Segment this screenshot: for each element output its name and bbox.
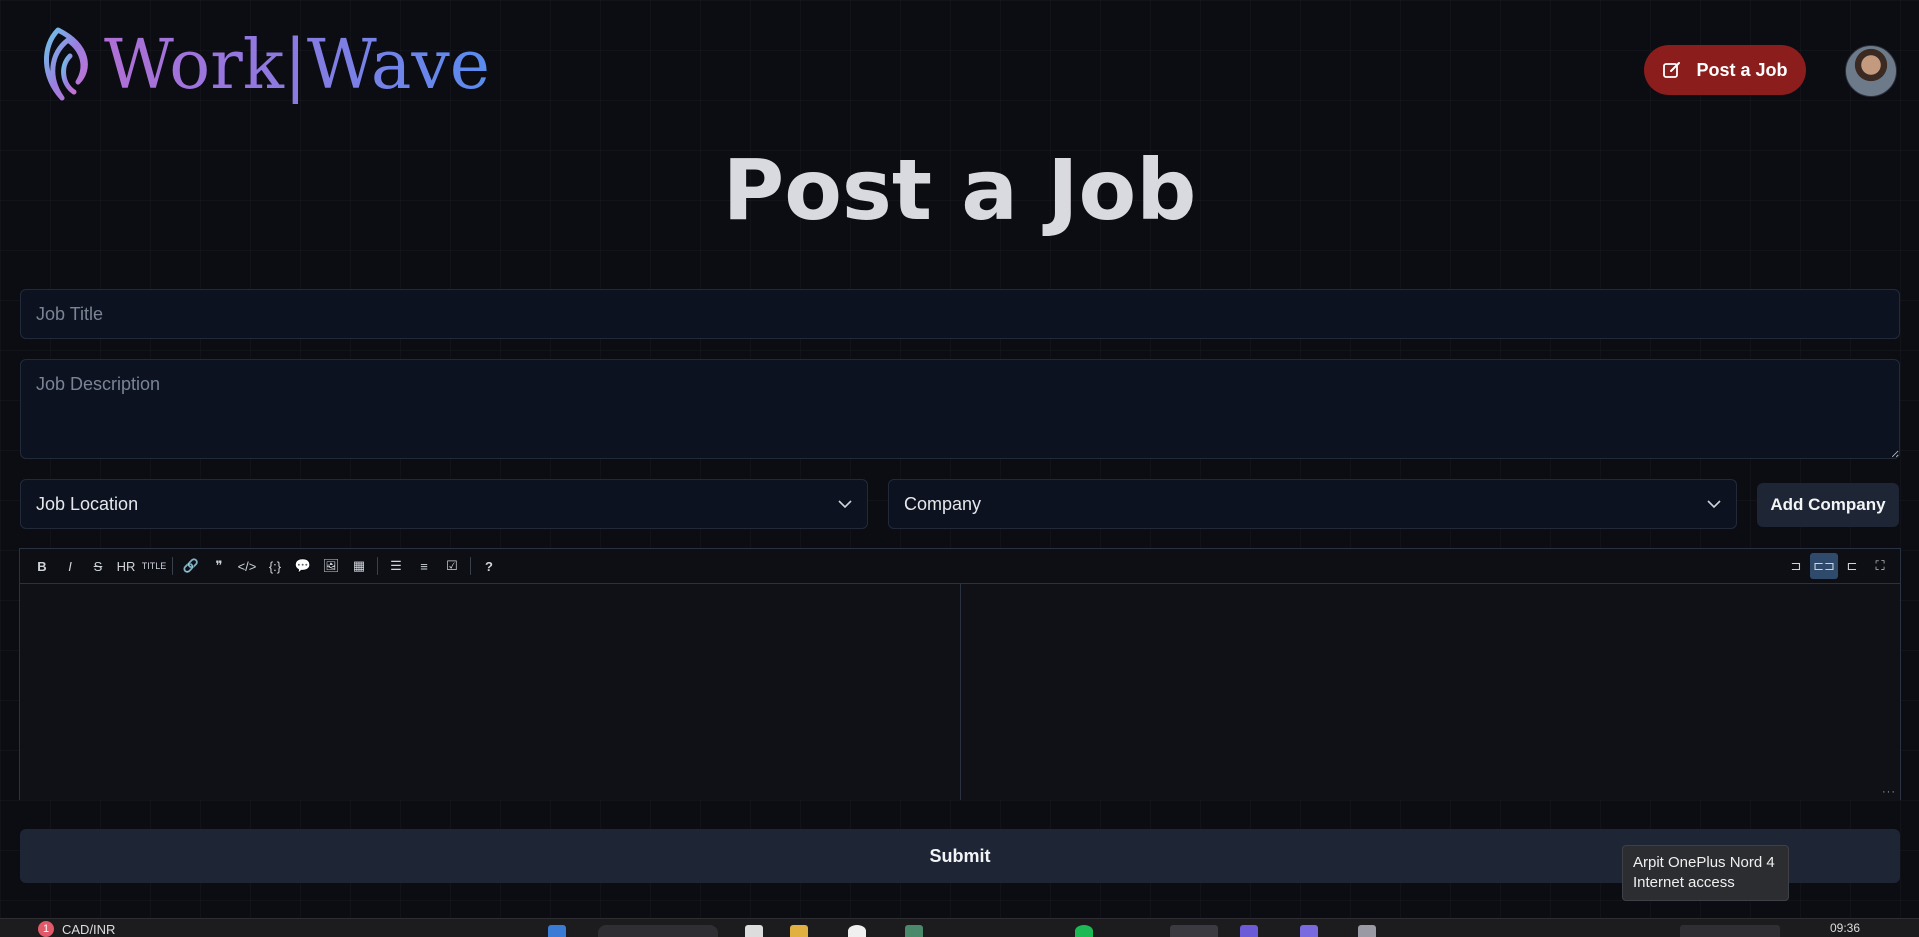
brand-name: Work|Wave	[104, 26, 491, 105]
network-status: Internet access	[1633, 874, 1735, 891]
bold-icon[interactable]: B	[28, 553, 56, 579]
currency-widget[interactable]: CAD/INR	[62, 922, 115, 937]
preview-mode-icon[interactable]: ⊏	[1838, 553, 1866, 579]
page-title: Post a Job	[722, 141, 1197, 239]
ordered-list-icon[interactable]: ≡	[410, 553, 438, 579]
app-icon[interactable]	[1300, 925, 1318, 937]
brand-logo[interactable]: Work|Wave	[38, 26, 490, 106]
search-bar-icon[interactable]	[598, 925, 718, 937]
chevron-down-icon	[1707, 500, 1721, 509]
fullscreen-icon[interactable]: ⛶	[1866, 553, 1894, 579]
network-tooltip: Arpit OnePlus Nord 4 Internet access	[1622, 845, 1789, 901]
active-app-icon[interactable]	[1170, 925, 1218, 937]
job-location-label: Job Location	[36, 493, 139, 514]
job-location-select[interactable]: Job Location	[20, 479, 868, 529]
chevron-down-icon	[838, 500, 852, 509]
comment-icon[interactable]: 💬	[289, 553, 317, 579]
image-icon[interactable]: 🖼	[317, 553, 345, 579]
link-icon[interactable]: 🔗	[177, 553, 205, 579]
toolbar-separator	[470, 557, 471, 575]
live-mode-icon[interactable]: ⊏⊐	[1810, 553, 1838, 579]
code-block-icon[interactable]: {:}	[261, 553, 289, 579]
editor-toolbar-format-group: B I S HR TITLE 🔗 ❞ </> {:} 💬 🖼 ▦ ☰ ≡ ☑?	[28, 553, 503, 579]
user-avatar[interactable]	[1845, 45, 1897, 97]
code-icon[interactable]: </>	[233, 553, 261, 579]
app-icon[interactable]	[1358, 925, 1376, 937]
editor-preview-pane	[960, 584, 1900, 800]
network-name: Arpit OnePlus Nord 4	[1633, 854, 1775, 871]
submit-button[interactable]: Submit	[20, 829, 1900, 883]
company-select[interactable]: Company	[888, 479, 1737, 529]
editor-input-pane[interactable]	[20, 584, 961, 800]
post-job-button[interactable]: Post a Job	[1644, 45, 1806, 95]
app-icon[interactable]	[905, 925, 923, 937]
spotify-icon[interactable]	[1075, 925, 1093, 937]
quote-icon[interactable]: ❞	[205, 553, 233, 579]
edit-mode-icon[interactable]: ⊐	[1782, 553, 1810, 579]
add-company-button[interactable]: Add Company	[1757, 483, 1899, 527]
markdown-editor: B I S HR TITLE 🔗 ❞ </> {:} 💬 🖼 ▦ ☰ ≡ ☑? ⊐ ⊏⊐ ⊏ ⛶ ···	[19, 548, 1901, 800]
toolbar-separator	[377, 557, 378, 575]
wave-logo-icon	[44, 27, 88, 101]
task-view-icon[interactable]	[745, 925, 763, 937]
job-description-input[interactable]	[20, 359, 1900, 459]
editor-toolbar: B I S HR TITLE 🔗 ❞ </> {:} 💬 🖼 ▦ ☰ ≡ ☑? ⊐ ⊏⊐ ⊏ ⛶	[20, 549, 1900, 584]
notification-badge[interactable]: 1	[38, 921, 54, 937]
job-title-input[interactable]	[20, 289, 1900, 339]
italic-icon[interactable]: I	[56, 553, 84, 579]
edit-icon	[1663, 62, 1681, 78]
toolbar-separator	[172, 557, 173, 575]
checklist-icon[interactable]: ☑	[438, 553, 466, 579]
title-icon[interactable]: TITLE	[140, 553, 168, 579]
company-label: Company	[904, 493, 982, 514]
help-icon[interactable]: ?	[475, 553, 503, 579]
os-taskbar: 1 CAD/INR 09:36	[0, 918, 1919, 937]
file-explorer-icon[interactable]	[790, 925, 808, 937]
clock: 09:36	[1830, 921, 1861, 935]
resize-handle-icon[interactable]: ···	[1882, 786, 1896, 798]
chrome-icon[interactable]	[848, 925, 866, 937]
app-icon[interactable]	[1240, 925, 1258, 937]
strikethrough-icon[interactable]: S	[84, 553, 112, 579]
unordered-list-icon[interactable]: ☰	[382, 553, 410, 579]
editor-toolbar-mode-group: ⊐ ⊏⊐ ⊏ ⛶	[1782, 553, 1900, 579]
post-job-button-label: Post a Job	[1696, 59, 1788, 80]
start-icon[interactable]	[548, 925, 566, 937]
system-tray-icon[interactable]	[1680, 925, 1780, 937]
table-icon[interactable]: ▦	[345, 553, 373, 579]
horizontal-rule-icon[interactable]: HR	[112, 553, 140, 579]
